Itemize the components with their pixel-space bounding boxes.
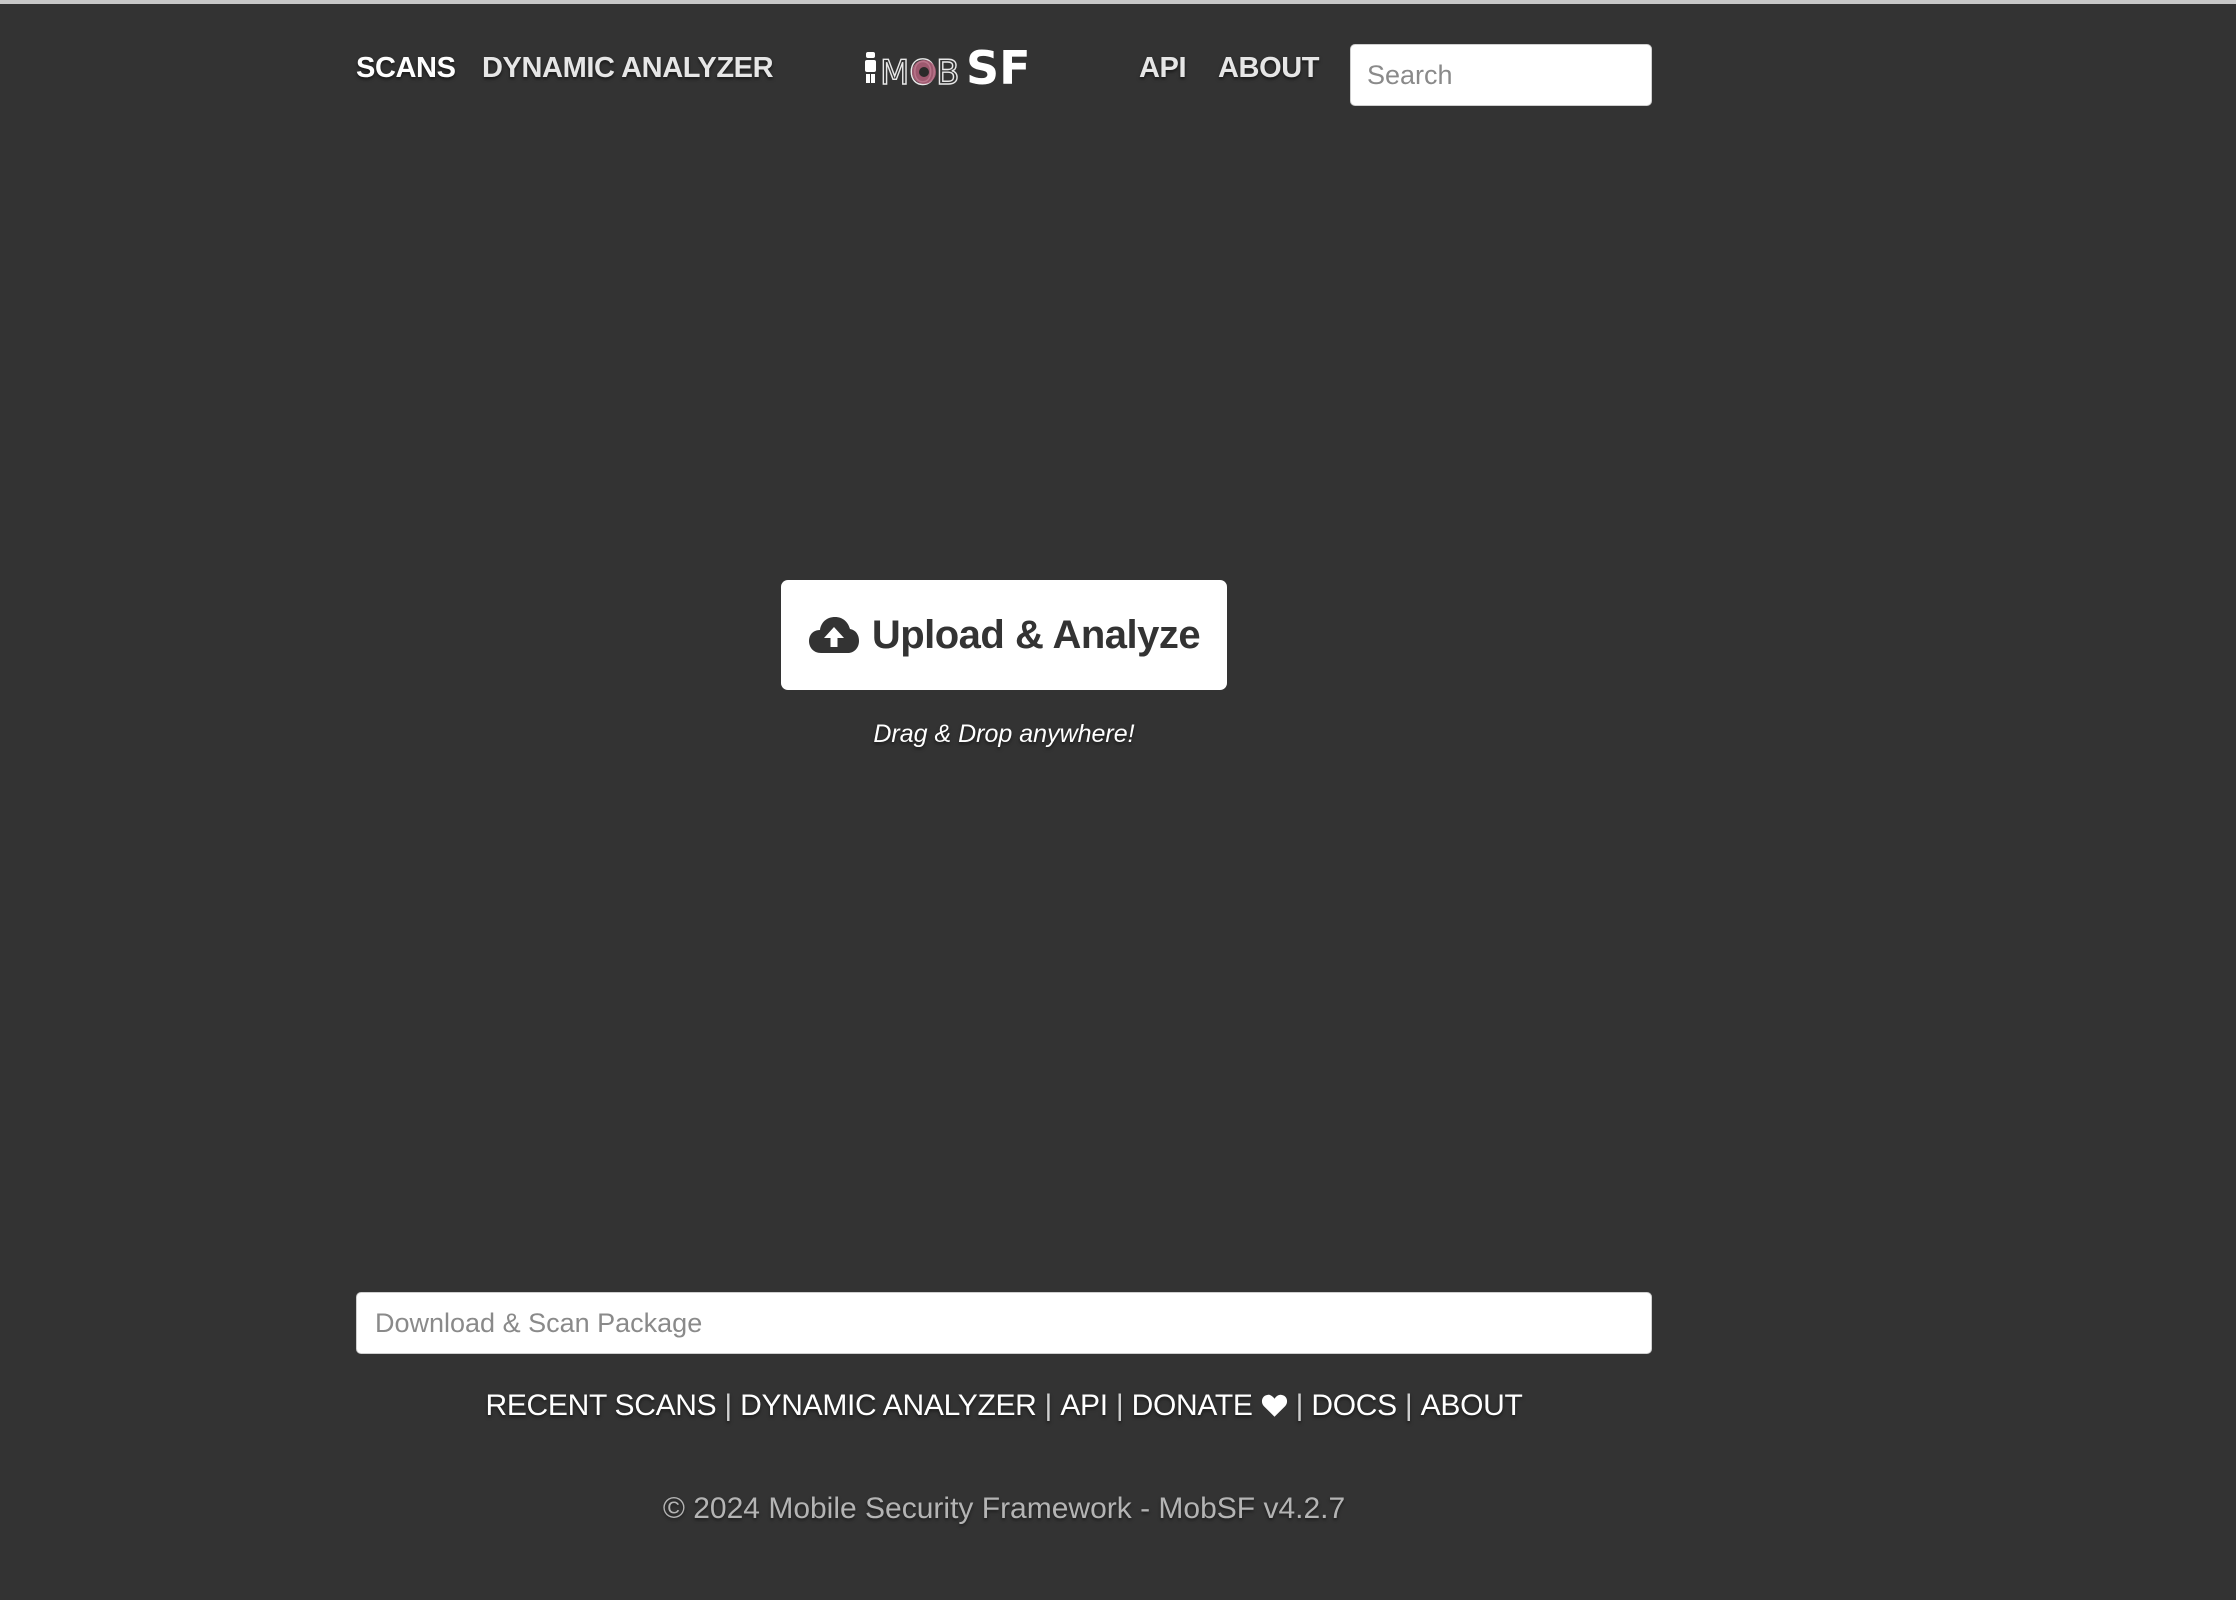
footer-dynamic-analyzer-link[interactable]: DYNAMIC ANALYZER: [740, 1389, 1037, 1423]
footer-docs-link[interactable]: DOCS: [1311, 1389, 1397, 1423]
footer-separator: |: [1115, 1389, 1124, 1422]
footer-donate-label: DONATE: [1131, 1389, 1253, 1422]
nav-api-link[interactable]: API: [1139, 48, 1187, 88]
mobsf-robot-logo-icon: MOB SF: [865, 41, 1031, 95]
svg-text:SF: SF: [966, 41, 1031, 95]
mobsf-logo[interactable]: MOB SF: [862, 36, 1038, 96]
drag-drop-hint: Drag & Drop anywhere!: [873, 720, 1135, 748]
upload-analyze-button[interactable]: Upload & Analyze: [781, 580, 1227, 690]
cloud-upload-icon: [808, 617, 859, 653]
nav-about-link[interactable]: ABOUT: [1218, 48, 1320, 88]
footer-links: RECENT SCANS | DYNAMIC ANALYZER | API | …: [0, 1384, 2008, 1428]
footer-separator: |: [1404, 1389, 1413, 1422]
footer-donate-link[interactable]: DONATE: [1132, 1389, 1288, 1423]
download-scan-package-input[interactable]: [356, 1292, 1652, 1354]
footer-recent-scans-link[interactable]: RECENT SCANS: [485, 1389, 716, 1423]
footer-separator: |: [1044, 1389, 1053, 1422]
footer-separator: |: [1295, 1389, 1304, 1422]
footer-api-link[interactable]: API: [1060, 1389, 1108, 1423]
upload-analyze-label: Upload & Analyze: [871, 612, 1201, 657]
heart-icon: [1261, 1394, 1287, 1417]
copyright-text: © 2024 Mobile Security Framework - MobSF…: [662, 1492, 1346, 1525]
footer-separator: |: [724, 1389, 733, 1422]
nav-dynamic-analyzer-link[interactable]: DYNAMIC ANALYZER: [482, 48, 774, 88]
window-top-border: [0, 0, 2236, 4]
footer-about-link[interactable]: ABOUT: [1421, 1389, 1523, 1423]
search-input[interactable]: [1350, 44, 1652, 106]
nav-scans-link[interactable]: SCANS: [356, 48, 456, 88]
